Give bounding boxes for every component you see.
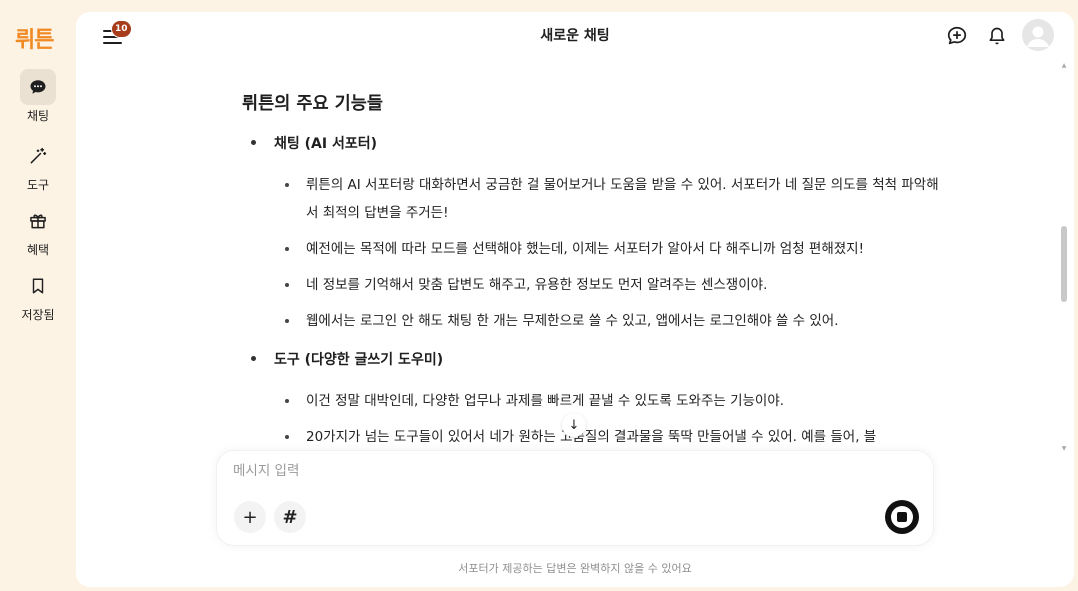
message-composer: + # — [216, 450, 934, 546]
scroll-to-bottom-button[interactable]: ↓ — [562, 413, 586, 437]
scrollbar-thumb[interactable] — [1061, 226, 1067, 302]
sidebar-item-label: 저장됨 — [21, 308, 55, 322]
logo[interactable]: 뤼튼 — [15, 22, 54, 54]
list-item: 뤼튼의 AI 서포터랑 대화하면서 궁금한 걸 물어보거나 도움을 받을 수 있… — [242, 171, 942, 227]
page-title: 새로운 채팅 — [540, 28, 610, 44]
bell-icon — [989, 27, 1005, 45]
message-input[interactable] — [233, 461, 913, 481]
list-item: 예전에는 목적에 따라 모드를 선택해야 했는데, 이제는 서포터가 알아서 다… — [242, 235, 942, 263]
feature-section: 도구 (다양한 글쓰기 도우미) 이건 정말 대박인데, 다양한 업무나 과제를… — [242, 349, 942, 451]
stop-generation-button[interactable] — [885, 500, 919, 534]
sidebar-item-label: 채팅 — [26, 109, 50, 123]
gift-icon — [20, 203, 56, 239]
avatar[interactable] — [1022, 19, 1054, 51]
sidebar-item-tools[interactable]: 도구 — [0, 138, 76, 193]
scroll-up-arrow-icon[interactable]: ▲ — [1060, 62, 1068, 69]
plus-icon: + — [242, 506, 258, 528]
list-item: 20가지가 넘는 도구들이 있어서 네가 원하는 고품질의 결과물을 뚝딱 만들… — [242, 423, 942, 451]
hashtag-button[interactable]: # — [274, 501, 306, 533]
sidebar-item-label: 혜택 — [26, 243, 50, 257]
sidebar-item-chat[interactable]: 채팅 — [0, 69, 76, 124]
new-chat-button[interactable] — [944, 23, 970, 49]
scrollbar[interactable]: ▲ ▼ — [1060, 62, 1068, 452]
list-item: 네 정보를 기억해서 맞춤 답변도 해주고, 유용한 정보도 먼저 알려주는 센… — [242, 271, 942, 299]
add-attachment-button[interactable]: + — [234, 501, 266, 533]
list-item: 웹에서는 로그인 안 해도 채팅 한 개는 무제한으로 쓸 수 있고, 앱에서는… — [242, 307, 942, 335]
notifications-button[interactable] — [984, 23, 1010, 49]
arrow-down-icon: ↓ — [568, 417, 580, 433]
new-chat-icon — [947, 26, 967, 45]
main-panel: 10 새로운 채팅 뤼튼의 주요 기능들 채팅 (AI 서포터) 뤼튼의 AI … — [76, 12, 1074, 587]
disclaimer-text: 서포터가 제공하는 답변은 완벽하지 않을 수 있어요 — [458, 562, 692, 575]
bookmark-icon — [20, 268, 56, 304]
response-heading: 뤼튼의 주요 기능들 — [242, 94, 383, 114]
feature-section: 채팅 (AI 서포터) 뤼튼의 AI 서포터랑 대화하면서 궁금한 걸 물어보거… — [242, 133, 942, 335]
sidebar-item-benefits[interactable]: 혜택 — [0, 203, 76, 258]
sidebar-item-saved[interactable]: 저장됨 — [0, 268, 76, 323]
hashtag-icon: # — [282, 506, 298, 528]
list-item: 이건 정말 대박인데, 다양한 업무나 과제를 빠르게 끝낼 수 있도록 도와주… — [242, 387, 942, 415]
sidebar-item-label: 도구 — [26, 178, 50, 192]
section-title: 도구 (다양한 글쓰기 도우미) — [242, 349, 942, 369]
stop-icon — [891, 506, 913, 528]
section-title: 채팅 (AI 서포터) — [242, 133, 942, 153]
chat-response: 뤼튼의 주요 기능들 채팅 (AI 서포터) 뤼튼의 AI 서포터랑 대화하면서… — [242, 90, 942, 465]
scroll-down-arrow-icon[interactable]: ▼ — [1060, 445, 1068, 452]
sidebar: 뤼튼 채팅 도구 혜택 저장됨 — [0, 0, 76, 591]
user-avatar-icon — [1027, 26, 1049, 47]
magic-wand-icon — [20, 138, 56, 174]
header: 10 새로운 채팅 — [76, 12, 1074, 60]
chat-bubble-icon — [20, 69, 56, 105]
